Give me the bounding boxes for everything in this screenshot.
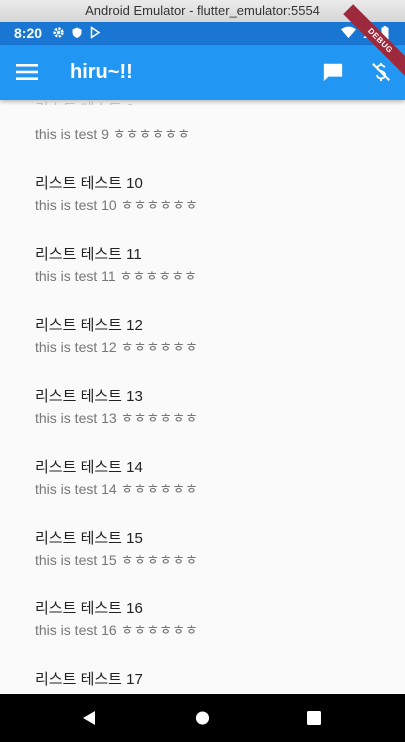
list-item-subtitle: this is test 13 ㅎㅎㅎㅎㅎㅎ	[35, 410, 198, 426]
wifi-icon	[341, 26, 356, 39]
shield-icon	[72, 27, 82, 38]
app-title: hiru~!!	[70, 61, 133, 83]
home-icon[interactable]	[195, 710, 210, 726]
recents-icon[interactable]	[307, 710, 321, 726]
back-icon[interactable]	[82, 710, 96, 726]
list-view[interactable]: 리스트 테스트 9 this is test 9 ㅎㅎㅎㅎㅎㅎ 리스트 테스트 …	[0, 100, 405, 694]
list-item-title: 리스트 테스트 15	[35, 530, 143, 547]
list-item[interactable]: 리스트 테스트 14 this is test 14 ㅎㅎㅎㅎㅎㅎ	[35, 459, 198, 498]
money-off-icon[interactable]	[370, 60, 392, 84]
app-bar: hiru~!!	[0, 45, 405, 100]
navigation-bar	[0, 694, 405, 742]
list-item-subtitle: this is test 9 ㅎㅎㅎㅎㅎㅎ	[35, 126, 191, 142]
status-bar: 8:20	[0, 22, 405, 45]
list-item-title: 리스트 테스트 16	[35, 600, 143, 617]
list-item-title: 리스트 테스트 9	[35, 101, 190, 105]
list-item-subtitle: this is test 11 ㅎㅎㅎㅎㅎㅎ	[35, 268, 197, 284]
menu-icon[interactable]	[16, 62, 38, 82]
list-item-subtitle: this is test 10 ㅎㅎㅎㅎㅎㅎ	[35, 197, 198, 213]
list-item-title: 리스트 테스트 17	[35, 671, 143, 688]
list-item-subtitle: this is test 15 ㅎㅎㅎㅎㅎㅎ	[35, 552, 198, 568]
list-item[interactable]: 리스트 테스트 12 this is test 12 ㅎㅎㅎㅎㅎㅎ	[35, 317, 198, 356]
play-store-icon	[90, 26, 101, 39]
list-item-subtitle: this is test 14 ㅎㅎㅎㅎㅎㅎ	[35, 481, 198, 497]
list-item[interactable]: 리스트 테스트 10 this is test 10 ㅎㅎㅎㅎㅎㅎ	[35, 175, 198, 214]
list-item-subtitle: this is test 16 ㅎㅎㅎㅎㅎㅎ	[35, 622, 198, 638]
list-item[interactable]: 리스트 테스트 9 this is test 9 ㅎㅎㅎㅎㅎㅎ	[35, 101, 190, 143]
chat-icon[interactable]	[322, 61, 344, 83]
list-item[interactable]: 리스트 테스트 17	[35, 671, 143, 689]
list-item-title: 리스트 테스트 10	[35, 175, 143, 192]
list-item-title: 리스트 테스트 12	[35, 317, 143, 334]
list-item-title: 리스트 테스트 14	[35, 459, 143, 476]
list-item-title: 리스트 테스트 11	[35, 246, 142, 263]
status-time: 8:20	[14, 25, 43, 41]
list-item[interactable]: 리스트 테스트 11 this is test 11 ㅎㅎㅎㅎㅎㅎ	[35, 246, 197, 285]
list-item[interactable]: 리스트 테스트 16 this is test 16 ㅎㅎㅎㅎㅎㅎ	[35, 600, 198, 639]
list-item-subtitle: this is test 12 ㅎㅎㅎㅎㅎㅎ	[35, 339, 198, 355]
list-item[interactable]: 리스트 테스트 13 this is test 13 ㅎㅎㅎㅎㅎㅎ	[35, 388, 198, 427]
list-item-title: 리스트 테스트 13	[35, 388, 143, 405]
list-item[interactable]: 리스트 테스트 15 this is test 15 ㅎㅎㅎㅎㅎㅎ	[35, 530, 198, 569]
settings-icon	[53, 27, 64, 38]
